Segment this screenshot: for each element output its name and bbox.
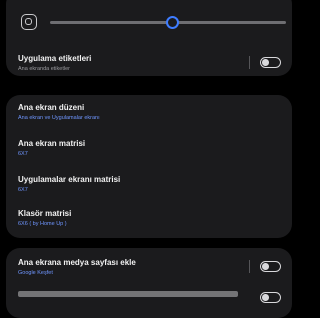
apps-grid-title: Uygulamalar ekranı matrisi bbox=[18, 175, 121, 184]
folder-grid-title: Klasör matrisi bbox=[18, 209, 72, 218]
app-labels-toggle[interactable] bbox=[260, 57, 281, 68]
apps-grid-row[interactable]: Uygulamalar ekranı matrisi 6X7 bbox=[18, 175, 280, 193]
home-grid-value: 6X7 bbox=[18, 151, 28, 157]
folder-grid-row[interactable]: Klasör matrisi 6X6 ( by Home Up ) bbox=[18, 209, 280, 227]
home-layout-row[interactable]: Ana ekran düzeni Ana ekran ve Uygulamala… bbox=[18, 103, 280, 121]
toggle-knob bbox=[262, 263, 269, 270]
media-page-subtitle: Google Keşfet bbox=[18, 270, 53, 276]
media-page-title: Ana ekrana medya sayfası ekle bbox=[18, 258, 136, 267]
app-labels-subtitle: Ana ekranda etiketler bbox=[18, 66, 70, 72]
divider bbox=[249, 260, 250, 273]
home-grid-title: Ana ekran matrisi bbox=[18, 139, 86, 148]
media-page-toggle[interactable] bbox=[260, 261, 281, 272]
next-setting-toggle[interactable] bbox=[260, 292, 281, 303]
folder-grid-value: 6X6 ( by Home Up ) bbox=[18, 221, 67, 227]
layout-settings-card: Ana ekran düzeni Ana ekran ve Uygulamala… bbox=[6, 95, 292, 238]
home-layout-value: Ana ekran ve Uygulamalar ekranı bbox=[18, 115, 100, 121]
icon-size-slider-thumb[interactable] bbox=[166, 16, 180, 29]
app-labels-title: Uygulama etiketleri bbox=[18, 54, 92, 63]
home-layout-title: Ana ekran düzeni bbox=[18, 103, 85, 112]
app-grid-icon bbox=[21, 14, 37, 30]
home-grid-row[interactable]: Ana ekran matrisi 6X7 bbox=[18, 139, 280, 157]
divider bbox=[249, 56, 250, 69]
icon-size-card: Uygulama etiketleri Ana ekranda etiketle… bbox=[6, 0, 292, 76]
media-page-card: Ana ekrana medya sayfası ekle Google Keş… bbox=[6, 248, 292, 318]
app-labels-row[interactable]: Uygulama etiketleri Ana ekranda etiketle… bbox=[18, 54, 280, 72]
toggle-knob bbox=[262, 59, 269, 66]
apps-grid-value: 6X7 bbox=[18, 187, 28, 193]
next-setting-title-cut-off bbox=[18, 291, 238, 297]
media-page-row[interactable]: Ana ekrana medya sayfası ekle Google Keş… bbox=[18, 258, 280, 276]
